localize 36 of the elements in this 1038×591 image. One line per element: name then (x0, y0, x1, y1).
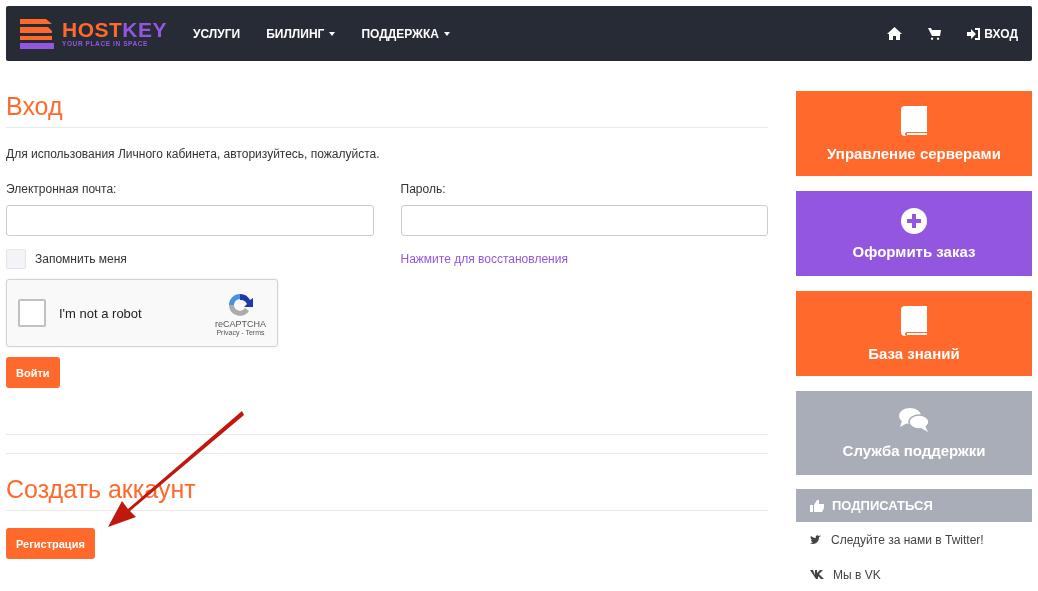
captcha-checkbox[interactable] (18, 299, 46, 327)
remember-label: Запомнить меня (35, 252, 127, 266)
intro-text: Для использования Личного кабинета, авторизуйтесь, пожалуйста. (6, 147, 381, 161)
cart-icon[interactable] (928, 27, 942, 40)
login-link[interactable]: ВХОД (967, 26, 1018, 41)
captcha-label: I'm not a robot (59, 305, 143, 321)
captcha-brand: reCAPTCHA (215, 318, 266, 329)
chat-icon (899, 407, 929, 433)
remember-checkbox[interactable] (6, 249, 26, 269)
book-icon (901, 105, 927, 136)
thumbs-up-icon (810, 499, 824, 512)
plus-icon (901, 207, 927, 234)
social-link[interactable]: Мы в VK (796, 557, 1032, 591)
nav-menu-item[interactable]: БИЛЛИНГ (266, 26, 336, 41)
nav-menu-item[interactable]: ПОДДЕРЖКА (361, 26, 450, 41)
recover-password-link[interactable]: Нажмите для восстановления (400, 252, 768, 266)
password-label: Пароль: (400, 182, 447, 196)
password-field[interactable] (400, 205, 768, 236)
logo-icon (20, 18, 54, 49)
email-field[interactable] (6, 205, 374, 236)
email-label: Электронная почта: (6, 182, 118, 196)
book-icon (901, 305, 927, 336)
register-button[interactable]: Регистрация (6, 528, 95, 559)
sidebar-tile[interactable]: Управление серверами (796, 91, 1032, 176)
subscribe-title: ПОДПИСАТЬСЯ (832, 498, 933, 513)
page-title: Вход (6, 91, 64, 122)
nav-menu-item[interactable]: УСЛУГИ (193, 26, 241, 41)
login-button[interactable]: Войти (6, 357, 60, 388)
home-icon[interactable] (887, 27, 903, 40)
sidebar-tile[interactable]: База знаний (796, 291, 1032, 376)
vk-icon (810, 570, 824, 579)
sidebar-tile[interactable]: Оформить заказ (796, 191, 1032, 276)
login-icon (967, 27, 982, 40)
social-link[interactable]: Следуйте за нами в Twitter! (796, 522, 1032, 557)
bird-icon (810, 534, 822, 545)
logo-text[interactable]: HOSTKEY (62, 20, 168, 40)
